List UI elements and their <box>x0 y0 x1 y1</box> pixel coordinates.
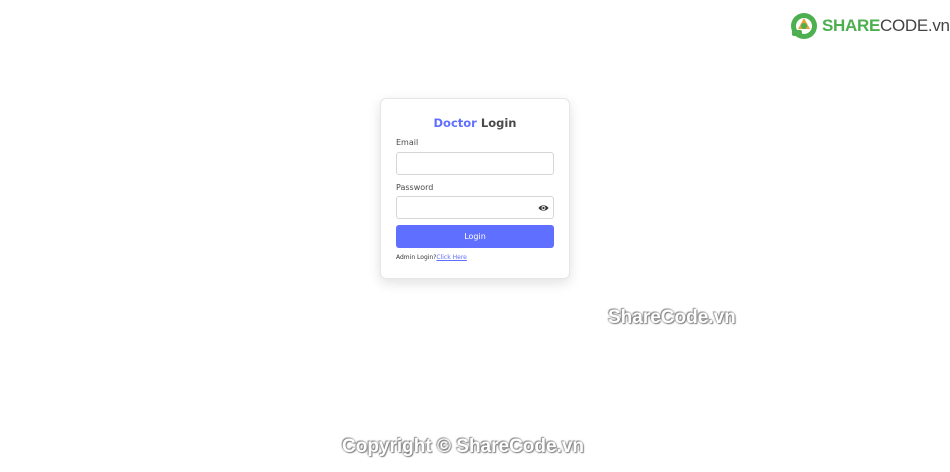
password-label: Password <box>396 183 434 192</box>
email-label: Email <box>396 138 419 147</box>
email-field[interactable] <box>396 152 554 175</box>
sharecode-logo: SHARECODE.vn <box>790 10 950 42</box>
admin-login-prompt: Admin Login?Click Here <box>396 254 467 261</box>
password-field[interactable] <box>396 196 554 219</box>
login-button[interactable]: Login <box>396 225 554 248</box>
eye-icon[interactable] <box>537 202 549 214</box>
watermark-middle: ShareCode.vn <box>608 307 736 328</box>
sharecode-logo-text: SHARECODE.vn <box>822 16 950 35</box>
login-title-suffix: Login <box>480 116 517 130</box>
watermark-copyright: Copyright © ShareCode.vn <box>342 436 585 457</box>
sharecode-logo-icon <box>791 13 817 39</box>
admin-login-link[interactable]: Click Here <box>436 254 466 261</box>
login-title-role: Doctor <box>433 116 477 130</box>
admin-login-text: Admin Login? <box>396 254 437 261</box>
login-card: Doctor Login Email Password Login Admin … <box>380 98 570 279</box>
login-title: Doctor Login <box>381 116 569 130</box>
eye-icon-glyph <box>538 205 548 211</box>
